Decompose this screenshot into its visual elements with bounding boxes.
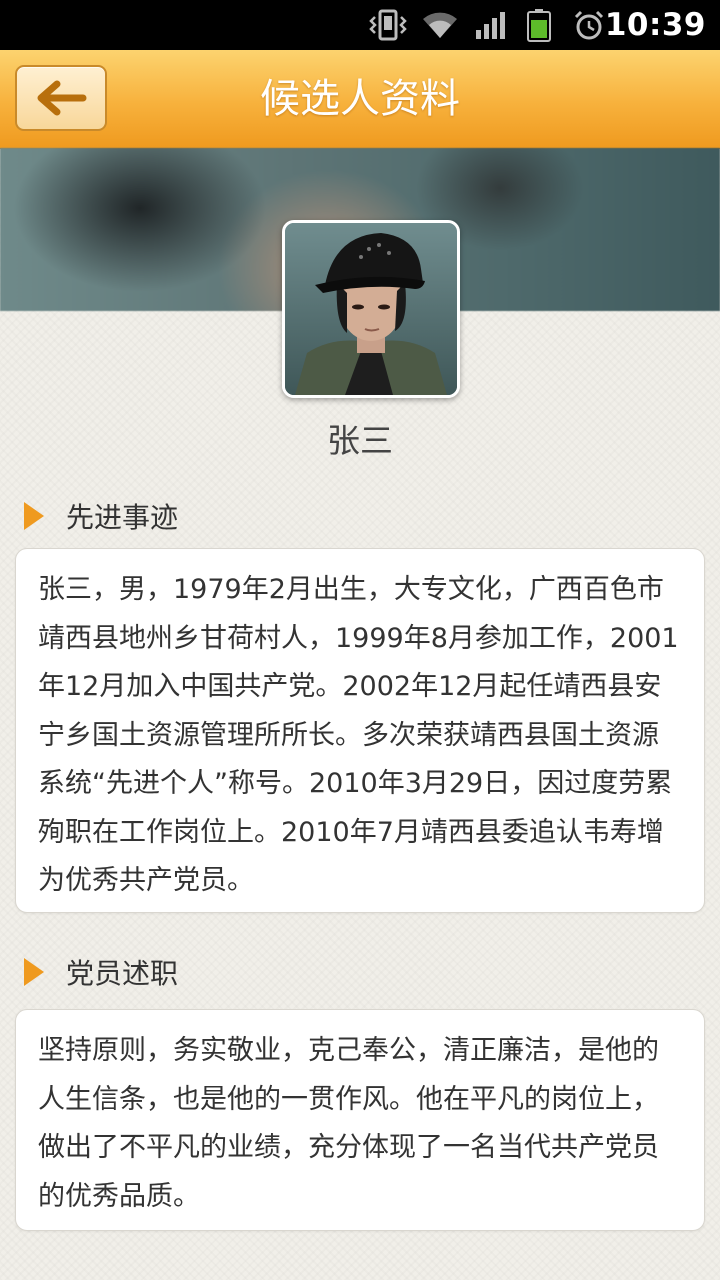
- candidate-name: 张三: [327, 421, 393, 460]
- signal-icon: [472, 0, 508, 50]
- status-time: 10:39: [604, 7, 706, 43]
- section-title: 先进事迹: [66, 501, 179, 534]
- report-text: 坚持原则，务实敬业，克己奉公，清正廉洁，是他的人生信条，也是他的一贯作风。他在平…: [38, 1035, 659, 1212]
- status-bar: 10:39: [0, 0, 720, 50]
- alarm-icon: [572, 0, 606, 50]
- section-header-achievements: 先进事迹: [24, 496, 178, 536]
- triangle-bullet-icon: [24, 502, 44, 530]
- achievements-card: 张三，男，1979年2月出生，大专文化，广西百色市靖西县地州乡甘荷村人，1999…: [15, 548, 705, 913]
- page-title: 候选人资料: [260, 76, 460, 122]
- portrait-image: [285, 223, 457, 395]
- title-bar: 候选人资料: [0, 50, 720, 149]
- triangle-bullet-icon: [24, 958, 44, 986]
- vibrate-icon: [368, 0, 408, 50]
- report-card: 坚持原则，务实敬业，克己奉公，清正廉洁，是他的人生信条，也是他的一贯作风。他在平…: [15, 1009, 705, 1231]
- achievements-text: 张三，男，1979年2月出生，大专文化，广西百色市靖西县地州乡甘荷村人，1999…: [38, 574, 679, 896]
- battery-icon: [524, 0, 554, 50]
- section-header-report: 党员述职: [24, 952, 178, 992]
- wifi-icon: [420, 0, 460, 50]
- section-title: 党员述职: [66, 957, 179, 990]
- avatar: [282, 220, 460, 398]
